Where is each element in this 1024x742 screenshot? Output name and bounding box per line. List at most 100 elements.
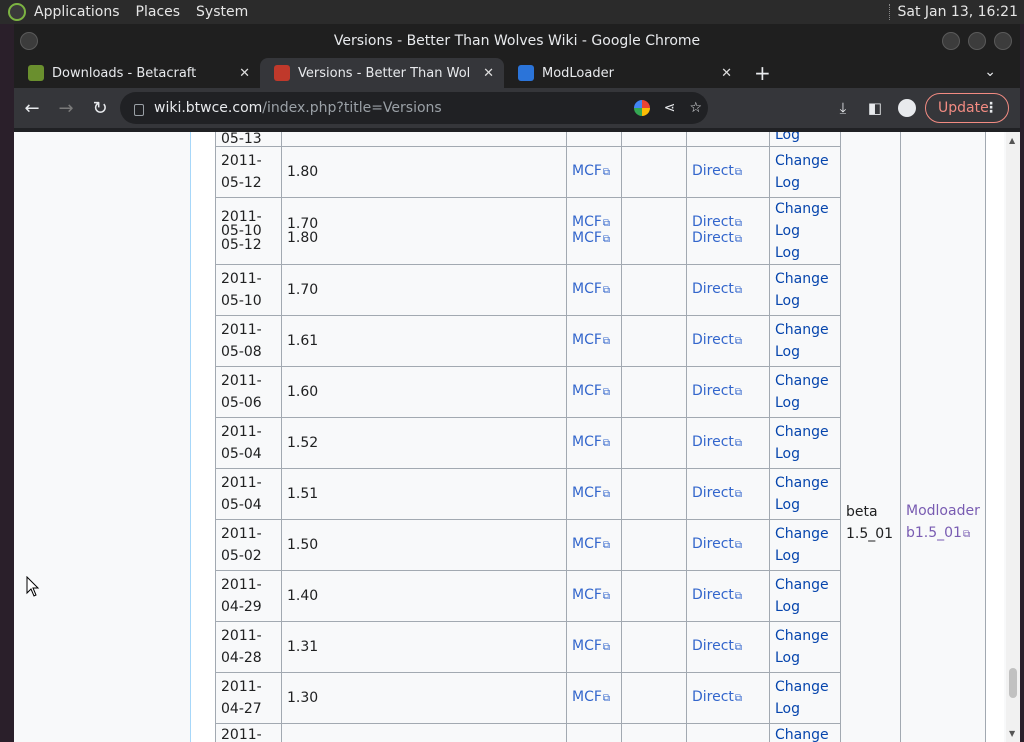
mcf-link[interactable]: MCF — [572, 383, 610, 399]
scroll-down-icon[interactable]: ▼ — [1009, 729, 1015, 738]
mouse-cursor-icon — [26, 576, 40, 597]
lock-icon[interactable] — [134, 104, 144, 116]
close-tab-icon[interactable]: ✕ — [239, 66, 250, 81]
kebab-menu-icon[interactable]: ⋮ — [984, 100, 998, 116]
change-log-link[interactable]: Change Log — [775, 153, 829, 191]
mcf-link[interactable]: MCF — [572, 434, 610, 450]
empty-cell — [621, 366, 687, 418]
mcf-cell: MCF — [566, 315, 622, 367]
update-label: Update — [938, 100, 989, 116]
back-arrow-icon[interactable]: ← — [16, 92, 48, 124]
tab-search-chevron-icon[interactable]: ⌄ — [984, 64, 996, 80]
minecraft-version-cell: beta 1.5_01 — [840, 132, 901, 742]
mcf-link[interactable]: MCF — [572, 485, 610, 501]
direct-download-link[interactable]: Direct — [692, 281, 742, 297]
update-button[interactable]: Update ⋮ — [925, 93, 1009, 123]
change-log-link[interactable]: Change Log — [775, 577, 829, 615]
direct-download-link[interactable]: Direct — [692, 587, 742, 603]
direct-download-link[interactable]: Direct — [692, 214, 742, 230]
places-menu[interactable]: Places — [136, 4, 181, 20]
version-cell: 1.60 — [281, 366, 567, 418]
direct-download-link[interactable]: Direct — [692, 434, 742, 450]
change-log-link[interactable]: Change Log — [775, 271, 829, 309]
maximize-icon[interactable] — [968, 32, 986, 50]
modloader-cell: Modloader b1.5_01 — [900, 132, 986, 742]
change-log-link[interactable]: Log — [775, 245, 800, 261]
mcf-cell: MCF — [566, 621, 622, 673]
share-icon[interactable]: ⋖ — [664, 100, 676, 116]
betacraft-favicon-icon — [28, 65, 44, 81]
direct-cell — [686, 132, 770, 147]
date-cell: 2011- 04-27 — [215, 672, 282, 724]
direct-download-link[interactable]: Direct — [692, 638, 742, 654]
date-cell: 2011- 05-12 — [215, 146, 282, 198]
empty-cell — [621, 197, 687, 265]
date-cell: 2011- 05-10 — [215, 264, 282, 316]
direct-cell: Direct — [686, 366, 770, 418]
minimize-icon[interactable] — [942, 32, 960, 50]
vertical-scrollbar[interactable]: ▲ ▼ — [1006, 132, 1020, 742]
change-log-link[interactable]: Change Log — [775, 424, 829, 462]
mcf-link[interactable]: MCF — [572, 163, 610, 179]
system-menu[interactable]: System — [196, 4, 248, 20]
direct-download-link[interactable]: Direct — [692, 689, 742, 705]
side-panel-icon[interactable]: ◧ — [864, 92, 886, 124]
mcf-cell — [566, 132, 622, 147]
change-log-link[interactable]: Change Log — [775, 475, 829, 513]
tab-modloader[interactable]: ModLoader ✕ — [504, 58, 742, 88]
change-log-link[interactable]: Change Log — [775, 322, 829, 360]
mcf-link[interactable]: MCF — [572, 214, 610, 230]
direct-cell: DirectDirect — [686, 197, 770, 265]
browser-window: Versions - Better Than Wolves Wiki - Goo… — [14, 24, 1020, 742]
mcf-link[interactable]: MCF — [572, 587, 610, 603]
mcf-link[interactable]: MCF — [572, 536, 610, 552]
direct-download-link[interactable]: Direct — [692, 536, 742, 552]
tab-downloads-betacraft[interactable]: Downloads - Betacraft ✕ — [14, 58, 260, 88]
change-log-link[interactable]: Change Log — [775, 373, 829, 411]
applications-menu[interactable]: Applications — [34, 4, 120, 20]
mcf-cell: MCF — [566, 570, 622, 622]
change-log-link[interactable]: Change Log — [775, 526, 829, 564]
scroll-up-icon[interactable]: ▲ — [1009, 136, 1015, 145]
clock-area: Sat Jan 13, 16:21 — [888, 0, 1019, 24]
close-window-icon[interactable] — [994, 32, 1012, 50]
distro-logo-icon[interactable] — [8, 3, 26, 21]
modloader-link[interactable]: Modloader b1.5_01 — [906, 503, 980, 541]
close-tab-icon[interactable]: ✕ — [483, 66, 494, 81]
clock[interactable]: Sat Jan 13, 16:21 — [898, 4, 1019, 20]
change-log-link[interactable]: Change Log — [775, 628, 829, 666]
window-menu-icon[interactable] — [20, 32, 38, 50]
bookmark-star-icon[interactable]: ☆ — [689, 100, 702, 116]
change-log-link[interactable]: Change Log — [775, 679, 829, 717]
reload-icon[interactable]: ↻ — [84, 92, 116, 124]
mcf-link[interactable]: MCF — [572, 332, 610, 348]
direct-download-link[interactable]: Direct — [692, 332, 742, 348]
change-log-link[interactable]: Log — [775, 132, 800, 143]
mcf-link[interactable]: MCF — [572, 689, 610, 705]
close-tab-icon[interactable]: ✕ — [721, 66, 732, 81]
window-titlebar[interactable]: Versions - Better Than Wolves Wiki - Goo… — [14, 24, 1020, 58]
download-icon[interactable]: ⤓ — [832, 92, 854, 124]
direct-download-link[interactable]: Direct — [692, 230, 742, 246]
tab-title: Versions - Better Than Wolve — [298, 65, 470, 81]
forward-arrow-icon[interactable]: → — [50, 92, 82, 124]
google-lens-icon[interactable] — [633, 100, 650, 116]
direct-download-link[interactable]: Direct — [692, 383, 742, 399]
change-log-link[interactable]: Change Log — [775, 201, 829, 239]
scroll-thumb[interactable] — [1009, 668, 1017, 698]
system-panel: Applications Places System Sat Jan 13, 1… — [0, 0, 1024, 24]
profile-avatar-icon[interactable] — [896, 92, 918, 124]
direct-download-link[interactable]: Direct — [692, 163, 742, 179]
address-bar[interactable]: wiki.btwce.com/index.php?title=Versions … — [120, 92, 708, 124]
empty-cell — [621, 146, 687, 198]
versions-table: 05-13 Log beta1.5_01Modloaderb1.5_01 2011-0… — [215, 132, 986, 742]
direct-download-link[interactable]: Direct — [692, 485, 742, 501]
mcf-link[interactable]: MCF — [572, 638, 610, 654]
new-tab-icon[interactable]: + — [754, 58, 771, 88]
direct-cell: Direct — [686, 264, 770, 316]
change-log-link[interactable]: Change — [775, 727, 829, 742]
mcf-link[interactable]: MCF — [572, 281, 610, 297]
mcf-link[interactable]: MCF — [572, 230, 610, 246]
tab-versions-btw[interactable]: Versions - Better Than Wolve ✕ — [260, 58, 504, 88]
mcf-cell: MCF — [566, 468, 622, 520]
